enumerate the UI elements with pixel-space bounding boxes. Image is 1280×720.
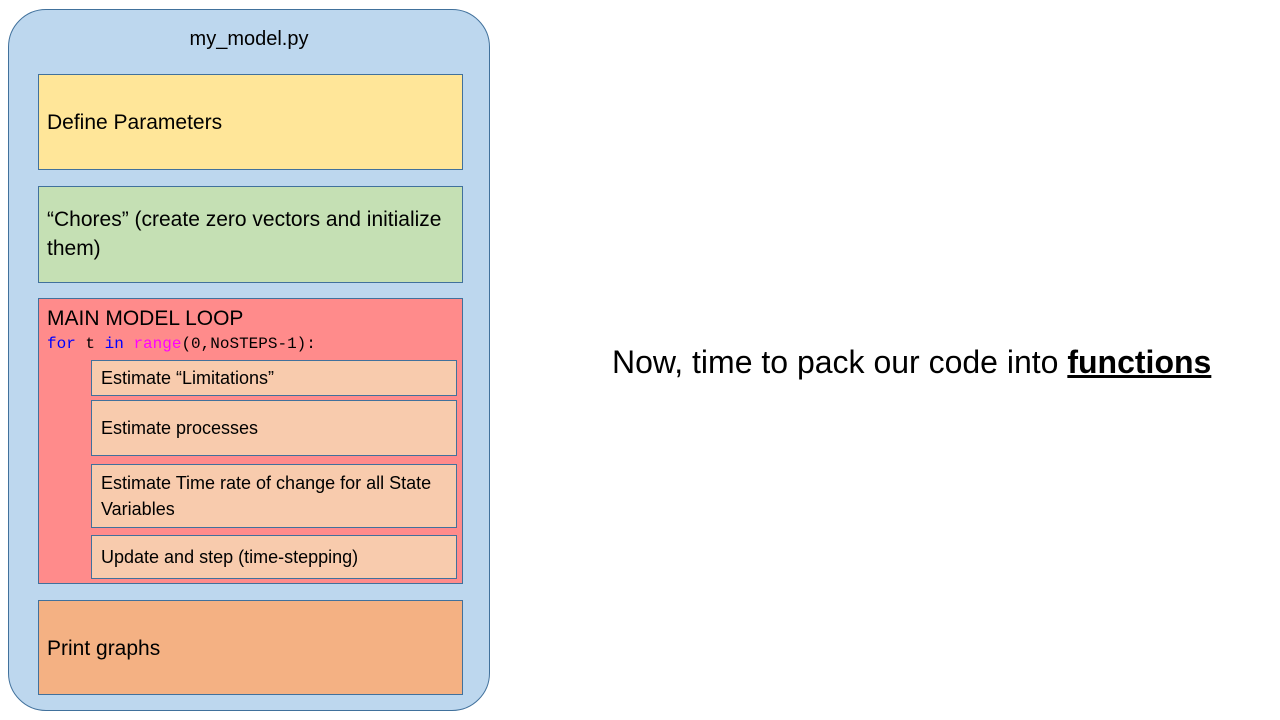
print-graphs-label: Print graphs <box>47 637 161 660</box>
headline-emphasis: functions <box>1067 344 1212 380</box>
step-label: Estimate processes <box>101 418 259 438</box>
step-label: Estimate Time rate of change for all Sta… <box>101 473 432 519</box>
step-label: Estimate “Limitations” <box>101 368 275 388</box>
step-estimate-rate-of-change: Estimate Time rate of change for all Sta… <box>91 464 457 528</box>
file-container: my_model.py Define Parameters “Chores” (… <box>8 9 490 711</box>
step-label: Update and step (time-stepping) <box>101 547 359 567</box>
headline-text: Now, time to pack our code into <box>612 344 1068 380</box>
step-estimate-processes: Estimate processes <box>91 400 457 456</box>
code-builtin-range: range <box>133 335 182 353</box>
main-loop-title: MAIN MODEL LOOP <box>47 307 244 330</box>
chores-block: “Chores” (create zero vectors and initia… <box>38 186 463 283</box>
file-title: my_model.py <box>189 28 309 50</box>
step-update-and-step: Update and step (time-stepping) <box>91 535 457 579</box>
code-keyword-for: for <box>47 335 76 353</box>
step-estimate-limitations: Estimate “Limitations” <box>91 360 457 396</box>
main-model-loop-block: MAIN MODEL LOOP for t in range(0,NoSTEPS… <box>38 298 463 584</box>
code-arguments: (0,NoSTEPS-1): <box>181 335 316 353</box>
headline: Now, time to pack our code into function… <box>612 342 1211 382</box>
chores-label: “Chores” (create zero vectors and initia… <box>47 208 442 260</box>
slide: my_model.py Define Parameters “Chores” (… <box>0 0 1280 720</box>
loop-code-line: for t in range(0,NoSTEPS-1): <box>47 334 316 354</box>
print-graphs-block: Print graphs <box>38 600 463 695</box>
code-keyword-in: in <box>104 335 124 353</box>
define-parameters-label: Define Parameters <box>47 111 223 134</box>
define-parameters-block: Define Parameters <box>38 74 463 170</box>
code-variable: t <box>75 335 105 353</box>
